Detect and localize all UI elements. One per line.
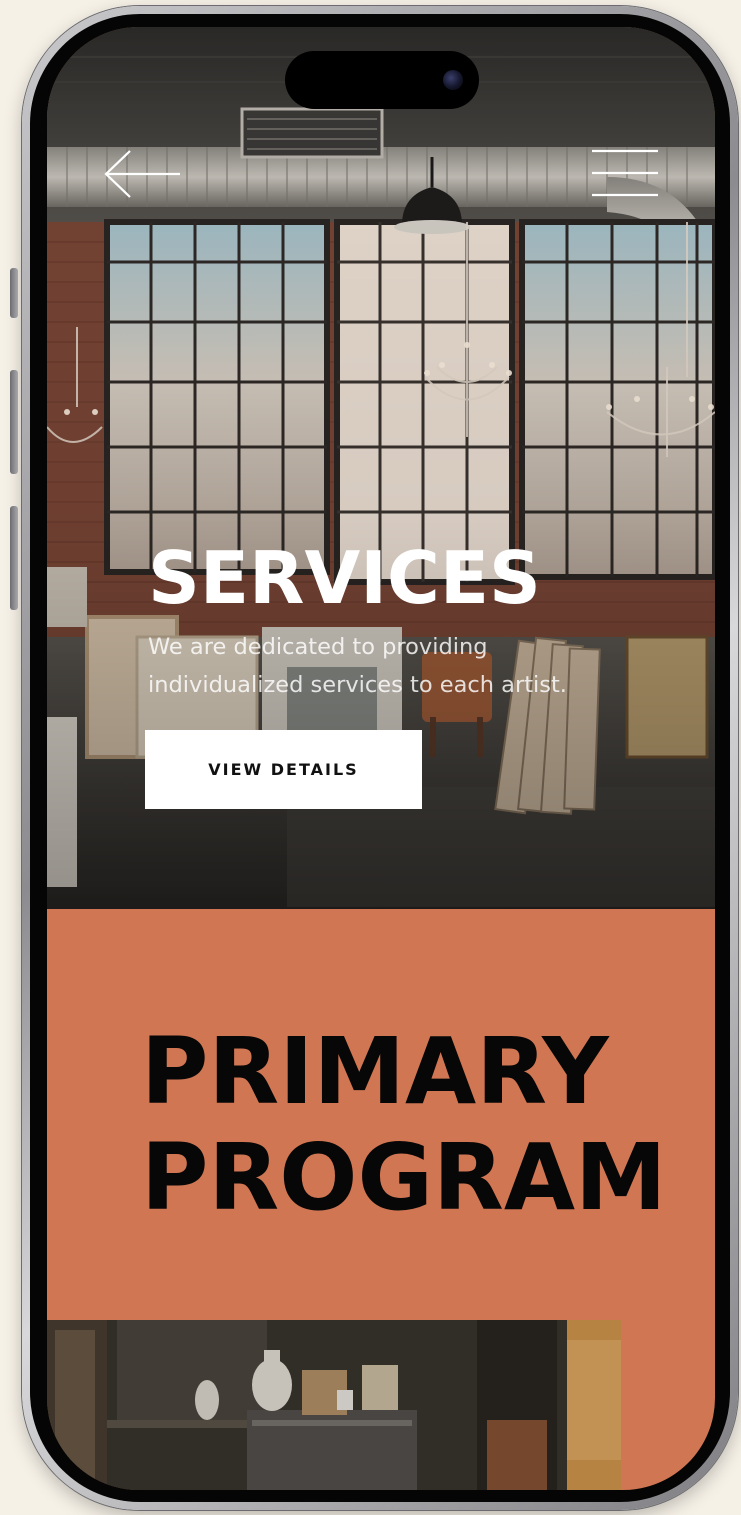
page-background: SERVICES We are dedicated to providing i… [0,0,741,1515]
hamburger-menu-icon[interactable] [592,147,662,199]
arrow-left-icon[interactable] [102,147,182,201]
hero-subtitle: We are dedicated to providing individual… [148,634,567,698]
volume-up-button [10,370,18,474]
front-camera-icon [443,70,463,90]
program-title: PRIMARY PROGRAM [141,1019,667,1231]
volume-down-button [10,506,18,610]
studio-shelves-image [47,1320,621,1490]
phone-screen: SERVICES We are dedicated to providing i… [47,27,715,1490]
hero-title: SERVICES [148,536,541,620]
view-details-button[interactable]: VIEW DETAILS [145,730,422,809]
mute-switch [10,268,18,318]
program-section: PRIMARY PROGRAM [47,909,715,1320]
dynamic-island [285,51,479,109]
program-title-line-2: PROGRAM [141,1124,667,1231]
program-title-line-1: PRIMARY [141,1018,609,1125]
hero-section: SERVICES We are dedicated to providing i… [47,27,715,909]
